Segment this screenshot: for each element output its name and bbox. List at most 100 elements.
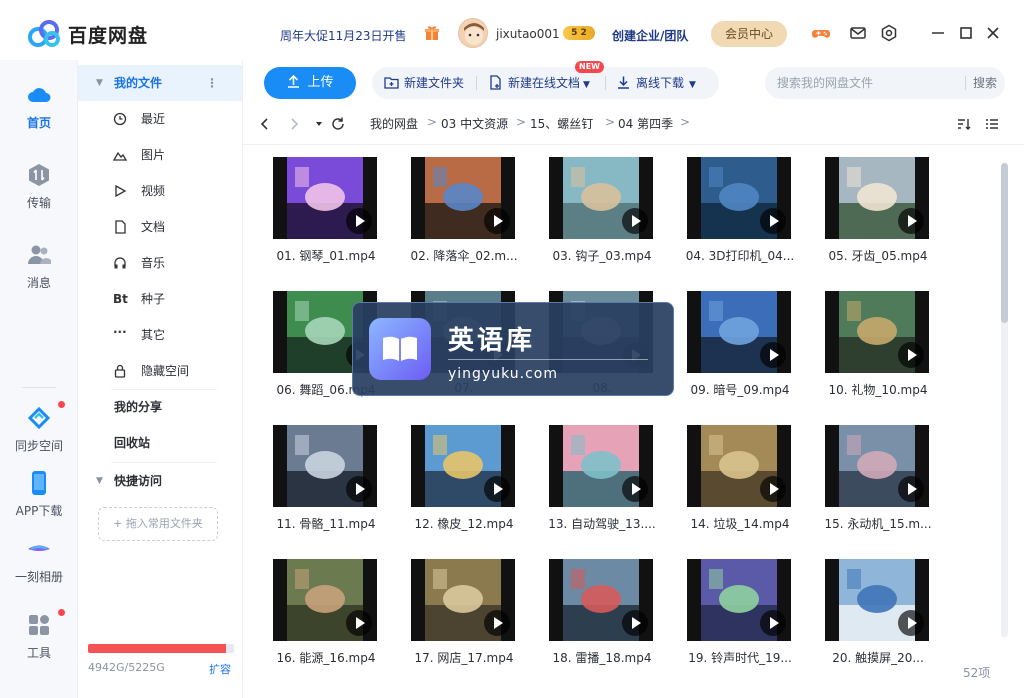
rail-item-sync-space[interactable]: 同步空间 bbox=[0, 405, 78, 454]
play-icon[interactable] bbox=[898, 208, 924, 234]
file-name[interactable]: 15. 永动机_15.m... bbox=[821, 515, 935, 532]
game-controller-icon[interactable] bbox=[812, 24, 830, 42]
close-icon[interactable] bbox=[984, 24, 1002, 42]
video-thumbnail[interactable] bbox=[687, 425, 791, 507]
play-icon[interactable] bbox=[484, 208, 510, 234]
gift-icon[interactable] bbox=[424, 25, 440, 41]
rail-item-album[interactable]: 一刻相册 bbox=[0, 536, 78, 585]
play-icon[interactable] bbox=[898, 476, 924, 502]
video-thumbnail[interactable] bbox=[411, 157, 515, 239]
sidebar-item-recycle-bin[interactable]: 回收站 bbox=[78, 425, 242, 461]
file-name[interactable]: 09. 暗号_09.mp4 bbox=[683, 381, 797, 398]
play-icon[interactable] bbox=[622, 610, 648, 636]
sidebar-item-others[interactable]: ··· 其它 bbox=[78, 317, 242, 353]
play-icon[interactable] bbox=[760, 342, 786, 368]
file-name[interactable]: 19. 铃声时代_19... bbox=[683, 649, 797, 666]
more-dots-icon[interactable]: ⋮ bbox=[206, 65, 218, 101]
file-name[interactable]: 10. 礼物_10.mp4 bbox=[821, 381, 935, 398]
history-dropdown-icon[interactable] bbox=[311, 116, 327, 132]
search-button[interactable]: 搜索 bbox=[973, 67, 997, 99]
upload-button[interactable]: 上传 bbox=[264, 67, 356, 99]
file-name[interactable]: 02. 降落伞_02.m... bbox=[407, 247, 521, 264]
video-thumbnail[interactable] bbox=[549, 157, 653, 239]
mail-icon[interactable] bbox=[849, 24, 867, 42]
new-folder-button[interactable]: 新建文件夹 bbox=[384, 67, 464, 99]
rail-item-messages[interactable]: 消息 bbox=[0, 242, 78, 291]
search-input[interactable] bbox=[777, 67, 957, 99]
breadcrumb-item[interactable]: 我的网盘 bbox=[370, 115, 418, 132]
breadcrumb-item[interactable]: 03 中文资源 bbox=[441, 115, 508, 132]
file-name[interactable]: 17. 网店_17.mp4 bbox=[407, 649, 521, 666]
play-icon[interactable] bbox=[898, 610, 924, 636]
username[interactable]: jixutao001 bbox=[496, 27, 560, 41]
play-icon[interactable] bbox=[622, 208, 648, 234]
play-icon[interactable] bbox=[760, 476, 786, 502]
play-icon[interactable] bbox=[346, 476, 372, 502]
sidebar-item-images[interactable]: 图片 bbox=[78, 137, 242, 173]
expand-storage-link[interactable]: 扩容 bbox=[209, 661, 231, 677]
video-thumbnail[interactable] bbox=[825, 425, 929, 507]
video-thumbnail[interactable] bbox=[687, 157, 791, 239]
video-thumbnail[interactable] bbox=[549, 425, 653, 507]
rail-item-transfer[interactable]: 传输 bbox=[0, 162, 78, 211]
rail-item-app-download[interactable]: APP下载 bbox=[0, 470, 78, 519]
sidebar-item-documents[interactable]: 文档 bbox=[78, 209, 242, 245]
file-name[interactable]: 13. 自动驾驶_13.... bbox=[545, 515, 659, 532]
file-name[interactable]: 05. 牙齿_05.mp4 bbox=[821, 247, 935, 264]
play-icon[interactable] bbox=[760, 208, 786, 234]
refresh-icon[interactable] bbox=[330, 116, 346, 132]
breadcrumb-item[interactable]: 15、螺丝钉 bbox=[530, 115, 593, 132]
video-thumbnail[interactable] bbox=[825, 157, 929, 239]
play-icon[interactable] bbox=[346, 610, 372, 636]
video-thumbnail[interactable] bbox=[411, 425, 515, 507]
sidebar-item-videos[interactable]: 视频 bbox=[78, 173, 242, 209]
video-thumbnail[interactable] bbox=[273, 559, 377, 641]
file-name[interactable]: 18. 雷播_18.mp4 bbox=[545, 649, 659, 666]
file-name[interactable]: 20. 触摸屏_20... bbox=[821, 649, 935, 666]
breadcrumb-item[interactable]: 04 第四季 bbox=[618, 115, 673, 132]
create-enterprise-link[interactable]: 创建企业/团队 bbox=[612, 27, 688, 44]
file-name[interactable]: 12. 橡皮_12.mp4 bbox=[407, 515, 521, 532]
maximize-icon[interactable] bbox=[957, 24, 975, 42]
video-thumbnail[interactable] bbox=[549, 559, 653, 641]
video-thumbnail[interactable] bbox=[687, 559, 791, 641]
sidebar-item-torrents[interactable]: Bt 种子 bbox=[78, 281, 242, 317]
promo-link[interactable]: 周年大促11月23日开售 bbox=[280, 27, 407, 44]
scrollbar-thumb[interactable] bbox=[1001, 163, 1008, 323]
forward-arrow-icon[interactable] bbox=[286, 116, 302, 132]
sidebar-item-hidden-space[interactable]: 隐藏空间 bbox=[78, 353, 242, 389]
file-name[interactable]: 04. 3D打印机_04... bbox=[683, 247, 797, 264]
play-icon[interactable] bbox=[898, 342, 924, 368]
member-center-button[interactable]: 会员中心 bbox=[711, 21, 787, 47]
sidebar-item-recent[interactable]: 最近 bbox=[78, 101, 242, 137]
video-thumbnail[interactable] bbox=[411, 559, 515, 641]
sidebar-item-my-share[interactable]: 我的分享 bbox=[78, 389, 242, 425]
sidebar-item-music[interactable]: 音乐 bbox=[78, 245, 242, 281]
file-name[interactable]: 11. 骨骼_11.mp4 bbox=[269, 515, 383, 532]
file-name[interactable]: 03. 钩子_03.mp4 bbox=[545, 247, 659, 264]
list-view-icon[interactable] bbox=[984, 116, 1000, 132]
sidebar-item-quick-access[interactable]: ▼ 快捷访问 bbox=[78, 463, 242, 499]
settings-gear-icon[interactable] bbox=[880, 24, 898, 42]
play-icon[interactable] bbox=[484, 610, 510, 636]
back-arrow-icon[interactable] bbox=[257, 116, 273, 132]
play-icon[interactable] bbox=[760, 610, 786, 636]
sort-icon[interactable] bbox=[956, 116, 972, 132]
play-icon[interactable] bbox=[622, 476, 648, 502]
quick-access-drop-zone[interactable]: + 拖入常用文件夹 bbox=[98, 507, 218, 541]
offline-download-button[interactable]: 离线下载 ▼ bbox=[616, 67, 696, 99]
video-thumbnail[interactable] bbox=[825, 559, 929, 641]
play-icon[interactable] bbox=[484, 476, 510, 502]
rail-item-home[interactable]: 首页 bbox=[0, 82, 78, 131]
vertical-scrollbar[interactable] bbox=[1001, 163, 1008, 637]
file-name[interactable]: 16. 能源_16.mp4 bbox=[269, 649, 383, 666]
minimize-icon[interactable] bbox=[929, 24, 947, 42]
video-thumbnail[interactable] bbox=[273, 425, 377, 507]
rail-item-tools[interactable]: 工具 bbox=[0, 612, 78, 661]
video-thumbnail[interactable] bbox=[825, 291, 929, 373]
video-thumbnail[interactable] bbox=[273, 157, 377, 239]
avatar[interactable] bbox=[458, 18, 488, 48]
play-icon[interactable] bbox=[346, 208, 372, 234]
file-name[interactable]: 01. 钢琴_01.mp4 bbox=[269, 247, 383, 264]
new-online-doc-button[interactable]: 新建在线文档 ▼ bbox=[488, 67, 590, 99]
